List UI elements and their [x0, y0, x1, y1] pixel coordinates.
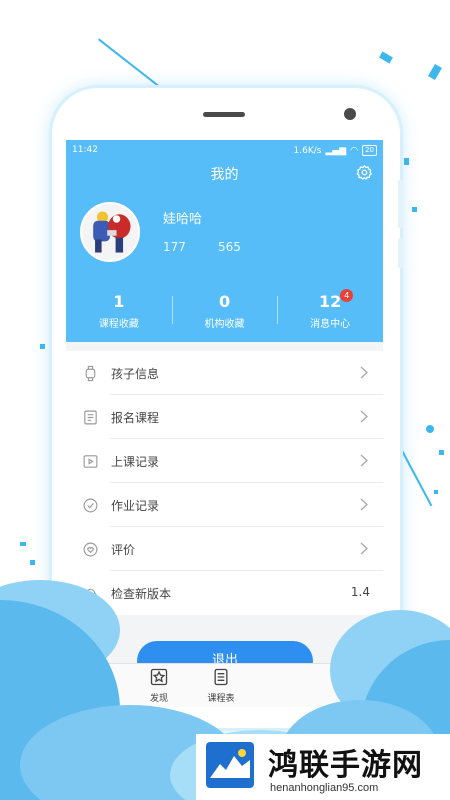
- menu-label: 报名课程: [111, 410, 160, 425]
- decor-shard: [434, 490, 438, 494]
- phone-side-button: [398, 180, 403, 228]
- class-record-icon: [83, 454, 98, 468]
- institution-favorites[interactable]: 0 机构收藏: [171, 292, 278, 330]
- decor-shard: [428, 63, 442, 81]
- count-label: 课程收藏: [98, 319, 139, 330]
- chevron-right-icon: [360, 542, 368, 555]
- menu-label: 作业记录: [111, 498, 160, 513]
- count-value: 0: [218, 292, 231, 311]
- menu-label: 评价: [111, 542, 136, 557]
- count-value: 1: [113, 292, 125, 311]
- menu-item-homework[interactable]: 作业记录: [66, 483, 383, 527]
- menu-label: 上课记录: [111, 454, 160, 469]
- decor-shard: [404, 158, 409, 165]
- status-time: 11:42: [72, 145, 98, 155]
- menu-item-class-records[interactable]: 上课记录: [66, 439, 383, 483]
- child-watch-icon: [85, 365, 96, 381]
- phone-speaker: [203, 112, 245, 117]
- phone-side-button: [398, 238, 403, 268]
- battery-indicator: 20: [362, 145, 377, 156]
- decor-shard: [379, 51, 393, 64]
- status-indicators: 1.6K/s ▂▄▆ ◠ 20: [294, 145, 377, 156]
- menu-item-child-info[interactable]: 孩子信息: [66, 351, 383, 395]
- profile-stat: 177: [163, 240, 186, 254]
- network-speed: 1.6K/s: [293, 145, 322, 156]
- homework-icon: [83, 498, 98, 512]
- enroll-doc-icon: [84, 410, 97, 424]
- decor-dot: [426, 425, 434, 433]
- brand-logo-icon: [206, 742, 254, 788]
- gear-icon[interactable]: [356, 164, 373, 181]
- page-title: 我的: [210, 167, 239, 183]
- chevron-right-icon: [360, 366, 368, 379]
- decor-line: [397, 443, 433, 507]
- profile-stat: 565: [218, 240, 241, 254]
- watermark-name: 鸿联手游网: [268, 748, 423, 783]
- decor-shard: [40, 344, 45, 349]
- watermark: 鸿联手游网 henanhonglian95.com: [196, 734, 450, 800]
- avatar[interactable]: [80, 202, 140, 262]
- chevron-right-icon: [360, 454, 368, 467]
- message-center[interactable]: 12 4 消息中心: [277, 289, 383, 330]
- chevron-right-icon: [360, 410, 368, 423]
- notification-badge: 4: [340, 289, 354, 302]
- avatar-image: [82, 204, 138, 260]
- course-favorites[interactable]: 1 课程收藏: [66, 292, 172, 330]
- decor-shard: [439, 450, 444, 455]
- message-count: 12: [319, 292, 342, 311]
- username: 娃哈哈: [163, 212, 203, 227]
- profile-header: 11:42 1.6K/s ▂▄▆ ◠ 20 我的 娃哈哈 177 565 1 课…: [66, 140, 383, 342]
- status-bar: 11:42 1.6K/s ▂▄▆ ◠ 20: [72, 145, 377, 156]
- watermark-url: henanhonglian95.com: [270, 782, 379, 794]
- stats-row: 1 课程收藏 0 机构收藏 12 4 消息中心: [66, 289, 383, 330]
- menu-label: 孩子信息: [111, 366, 160, 381]
- review-heart-icon: [83, 542, 98, 556]
- decor-shard: [412, 207, 417, 212]
- decor-shard: [20, 542, 26, 546]
- count-label: 机构收藏: [204, 319, 245, 330]
- chevron-right-icon: [360, 498, 368, 511]
- count-value: 12 4: [277, 289, 383, 312]
- wifi-icon: ◠: [350, 145, 359, 156]
- menu-item-enroll[interactable]: 报名课程: [66, 395, 383, 439]
- decor-line: [98, 38, 163, 90]
- phone-camera: [344, 108, 356, 120]
- count-label: 消息中心: [310, 319, 351, 330]
- signal-icon: ▂▄▆: [325, 145, 347, 156]
